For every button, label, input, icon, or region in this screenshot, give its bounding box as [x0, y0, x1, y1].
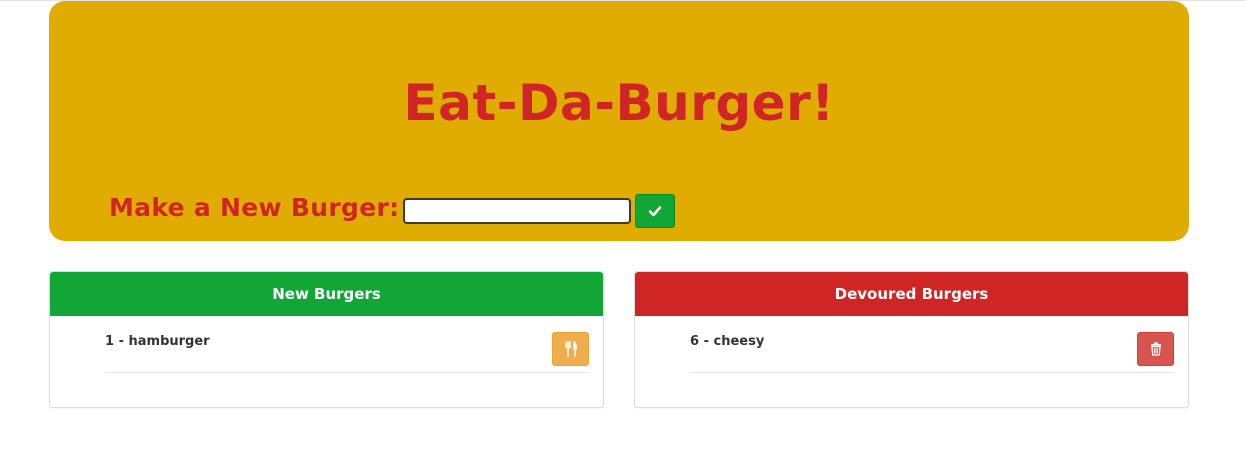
devoured-burgers-panel: Devoured Burgers 6 - cheesy [634, 271, 1189, 408]
new-burgers-list: 1 - hamburger [50, 316, 603, 408]
list-item: 1 - hamburger [105, 332, 589, 373]
trash-icon [1150, 342, 1161, 356]
devoured-burgers-list: 6 - cheesy [635, 316, 1188, 408]
cutlery-icon [564, 341, 577, 357]
burger-name: 6 - cheesy [690, 334, 765, 349]
devour-button[interactable] [552, 332, 589, 366]
burger-name-input[interactable] [403, 198, 632, 224]
page-title: Eat-Da-Burger! [403, 74, 835, 132]
burger-name: 1 - hamburger [105, 334, 210, 349]
delete-button[interactable] [1137, 332, 1174, 366]
header-banner: Eat-Da-Burger! Make a New Burger: [49, 1, 1189, 241]
check-icon [649, 206, 662, 217]
new-burger-label: Make a New Burger: [109, 193, 400, 222]
submit-burger-button[interactable] [635, 194, 676, 228]
devoured-burgers-heading: Devoured Burgers [635, 272, 1188, 316]
new-burgers-heading: New Burgers [50, 272, 603, 316]
new-burgers-panel: New Burgers 1 - hamburger [49, 271, 604, 408]
list-item: 6 - cheesy [690, 332, 1174, 373]
new-burger-form: Make a New Burger: [109, 190, 676, 228]
